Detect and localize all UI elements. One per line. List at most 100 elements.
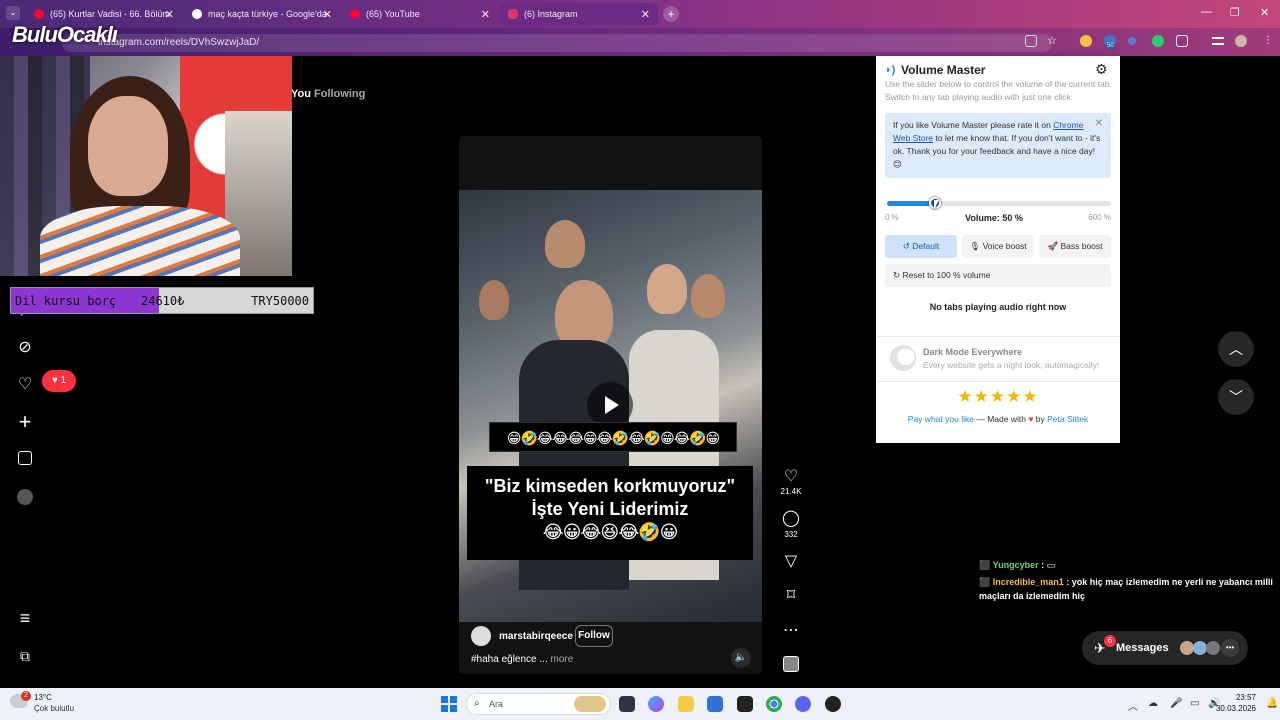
volume-master-popup: ◗) Volume Master ⚙ Use the slider below … [876,56,1120,443]
chat-username: Yungcyber [992,560,1039,570]
profile-avatar[interactable] [17,489,33,505]
notifications-heart-icon[interactable]: ♡ [16,376,34,394]
notification-bell-icon[interactable]: 🔔 [1266,698,1278,709]
rocket-icon: 🚀 [1047,241,1059,251]
clock-time[interactable]: 23:57 [1236,693,1256,702]
mute-toggle-icon[interactable]: 🔈 [731,648,751,668]
extension-badge: 50 [1106,43,1115,49]
bookmark-star-icon[interactable]: ☆ [1046,35,1058,47]
reset-arrow-icon: ↺ [902,241,910,251]
copilot-icon[interactable] [648,696,664,712]
tray-network-icon[interactable]: ▭ [1190,698,1199,709]
mode-voice-boost-button[interactable]: 🎙 Voice boost [962,235,1034,258]
volume-master-extension-icon[interactable]: 50 [1104,35,1116,49]
tray-microphone-icon[interactable]: 🎤 [1170,698,1182,709]
popup-footer: Pay what you like — Made with ♥ by Peta … [876,414,1120,424]
cast-icon[interactable] [1025,35,1037,47]
microsoft-store-icon[interactable] [707,696,723,712]
mode-default-button[interactable]: ↺ Default [885,235,957,258]
tab-youtube[interactable]: (65) YouTube ✕ [342,3,498,25]
dismiss-banner-icon[interactable]: ✕ [1095,117,1103,130]
promo-title[interactable]: Dark Mode Everywhere [923,347,1022,357]
popup-description: Use the slider below to control the volu… [885,79,1112,102]
also-from-meta-icon[interactable]: ⧉ [16,647,34,665]
notification-bubble[interactable]: ♥ 1 [42,370,76,392]
maximize-icon[interactable]: ❐ [1230,6,1240,19]
tab-close-icon[interactable]: ✕ [641,8,650,21]
tab-for-you[interactable]: You [291,88,311,100]
popup-title: Volume Master [901,63,986,77]
messages-badge: 6 [1104,635,1116,647]
chrome-icon[interactable] [766,696,782,712]
obs-icon[interactable] [825,696,841,712]
pay-what-you-like-link[interactable]: Pay what you like [908,414,974,424]
explore-compass-icon[interactable]: ⊘ [16,339,34,357]
more-dots-icon[interactable]: ••• [1221,639,1239,657]
reel-author-avatar[interactable] [471,626,491,646]
extension-icon[interactable] [1080,35,1092,47]
windows-taskbar: 2 13°C Çok bulutlu ⌕ Ara ︿ ☁ 🎤 ▭ 🔊 23:57… [0,688,1280,720]
browser-menu-icon[interactable]: ⋮ [1262,35,1274,47]
task-view-icon[interactable] [619,696,635,712]
tab-following[interactable]: Following [314,88,365,100]
caption-line-3: 😂😀😂😆😂🤣😀 [542,522,679,542]
more-menu-icon[interactable]: ≡ [16,609,34,627]
volume-min-label: 0 % [885,213,899,222]
tab-instagram[interactable]: (6) Instagram ✕ [500,3,658,25]
messages-label: Messages [1116,642,1169,654]
rating-stars[interactable]: ★★★★★ [876,387,1120,407]
tab-close-icon[interactable]: ✕ [323,8,332,21]
tab-label: maç kaçta türkiye - Google'da [208,9,327,19]
clock-date[interactable]: 30.03.2026 [1216,704,1256,713]
weather-temperature[interactable]: 13°C [34,693,52,702]
messages-button[interactable]: ✈ 6 Messages ••• [1082,631,1248,665]
file-explorer-icon[interactable] [678,696,694,712]
audio-thumbnail[interactable] [783,656,799,672]
minimize-icon[interactable]: — [1201,6,1212,18]
extension-icon[interactable] [1128,37,1136,45]
tab-search-dropdown-icon[interactable]: ⌄ [6,6,20,20]
profile-avatar[interactable] [1235,35,1247,47]
discord-icon[interactable] [795,696,811,712]
author-link[interactable]: Peta Sittek [1047,414,1088,424]
reset-volume-button[interactable]: ↻ Reset to 100 % volume [885,264,1111,287]
extension-icon[interactable] [1152,35,1164,47]
close-window-icon[interactable]: ✕ [1260,6,1269,19]
reel-more-link[interactable]: more [551,654,574,665]
heart-icon: ♥ [51,375,58,386]
dark-mode-moon-icon[interactable] [890,345,916,371]
like-heart-icon[interactable]: ♡ [782,466,800,486]
webcam-overlay [0,56,292,276]
weather-description[interactable]: Çok bulutlu [34,704,74,713]
tab-close-icon[interactable]: ✕ [165,8,174,21]
heart-icon: ♥ [1028,414,1034,424]
create-plus-icon[interactable]: + [16,411,34,433]
mode-bass-label: Bass boost [1060,241,1103,251]
dashboard-icon[interactable] [18,451,32,465]
tray-app-icon[interactable]: ☁ [1148,698,1158,709]
tray-chevron-icon[interactable]: ︿ [1128,698,1138,713]
mode-voice-label: Voice boost [982,241,1027,251]
follow-button[interactable]: Follow [575,625,613,647]
comment-icon[interactable]: ◯ [782,508,800,528]
tab-google-search[interactable]: maç kaçta türkiye - Google'da ✕ [184,3,340,25]
windows-start-icon[interactable] [441,696,457,712]
tab-close-icon[interactable]: ✕ [481,8,490,21]
taskbar-search-box[interactable]: ⌕ Ara [466,693,611,715]
mode-bass-boost-button[interactable]: 🚀 Bass boost [1039,235,1111,258]
reel-author-username[interactable]: marstabirqeece [499,631,573,642]
more-options-icon[interactable]: ⋯ [782,620,800,640]
new-tab-button[interactable]: + [663,6,679,22]
reel-player[interactable]: 😁🤣😂😂😂😁😂🤣😂🤣😁😂🤣😁 "Biz kimseden korkmuyoruz… [459,136,762,674]
reading-list-icon[interactable] [1212,37,1224,45]
extensions-puzzle-icon[interactable] [1176,35,1188,47]
save-bookmark-icon[interactable]: ⌑ [782,585,800,605]
next-reel-button[interactable]: ﹀ [1218,379,1254,415]
media-player-icon[interactable] [737,696,753,712]
address-bar[interactable]: instagram.com/reels/DVhSwzwjJaD/ [62,34,1052,52]
share-send-icon[interactable]: ▽ [782,551,800,571]
previous-reel-button[interactable]: ︿ [1218,331,1254,367]
url-text: instagram.com/reels/DVhSwzwjJaD/ [98,37,260,48]
volume-slider[interactable] [887,197,1111,209]
settings-gear-icon[interactable]: ⚙ [1095,61,1108,78]
